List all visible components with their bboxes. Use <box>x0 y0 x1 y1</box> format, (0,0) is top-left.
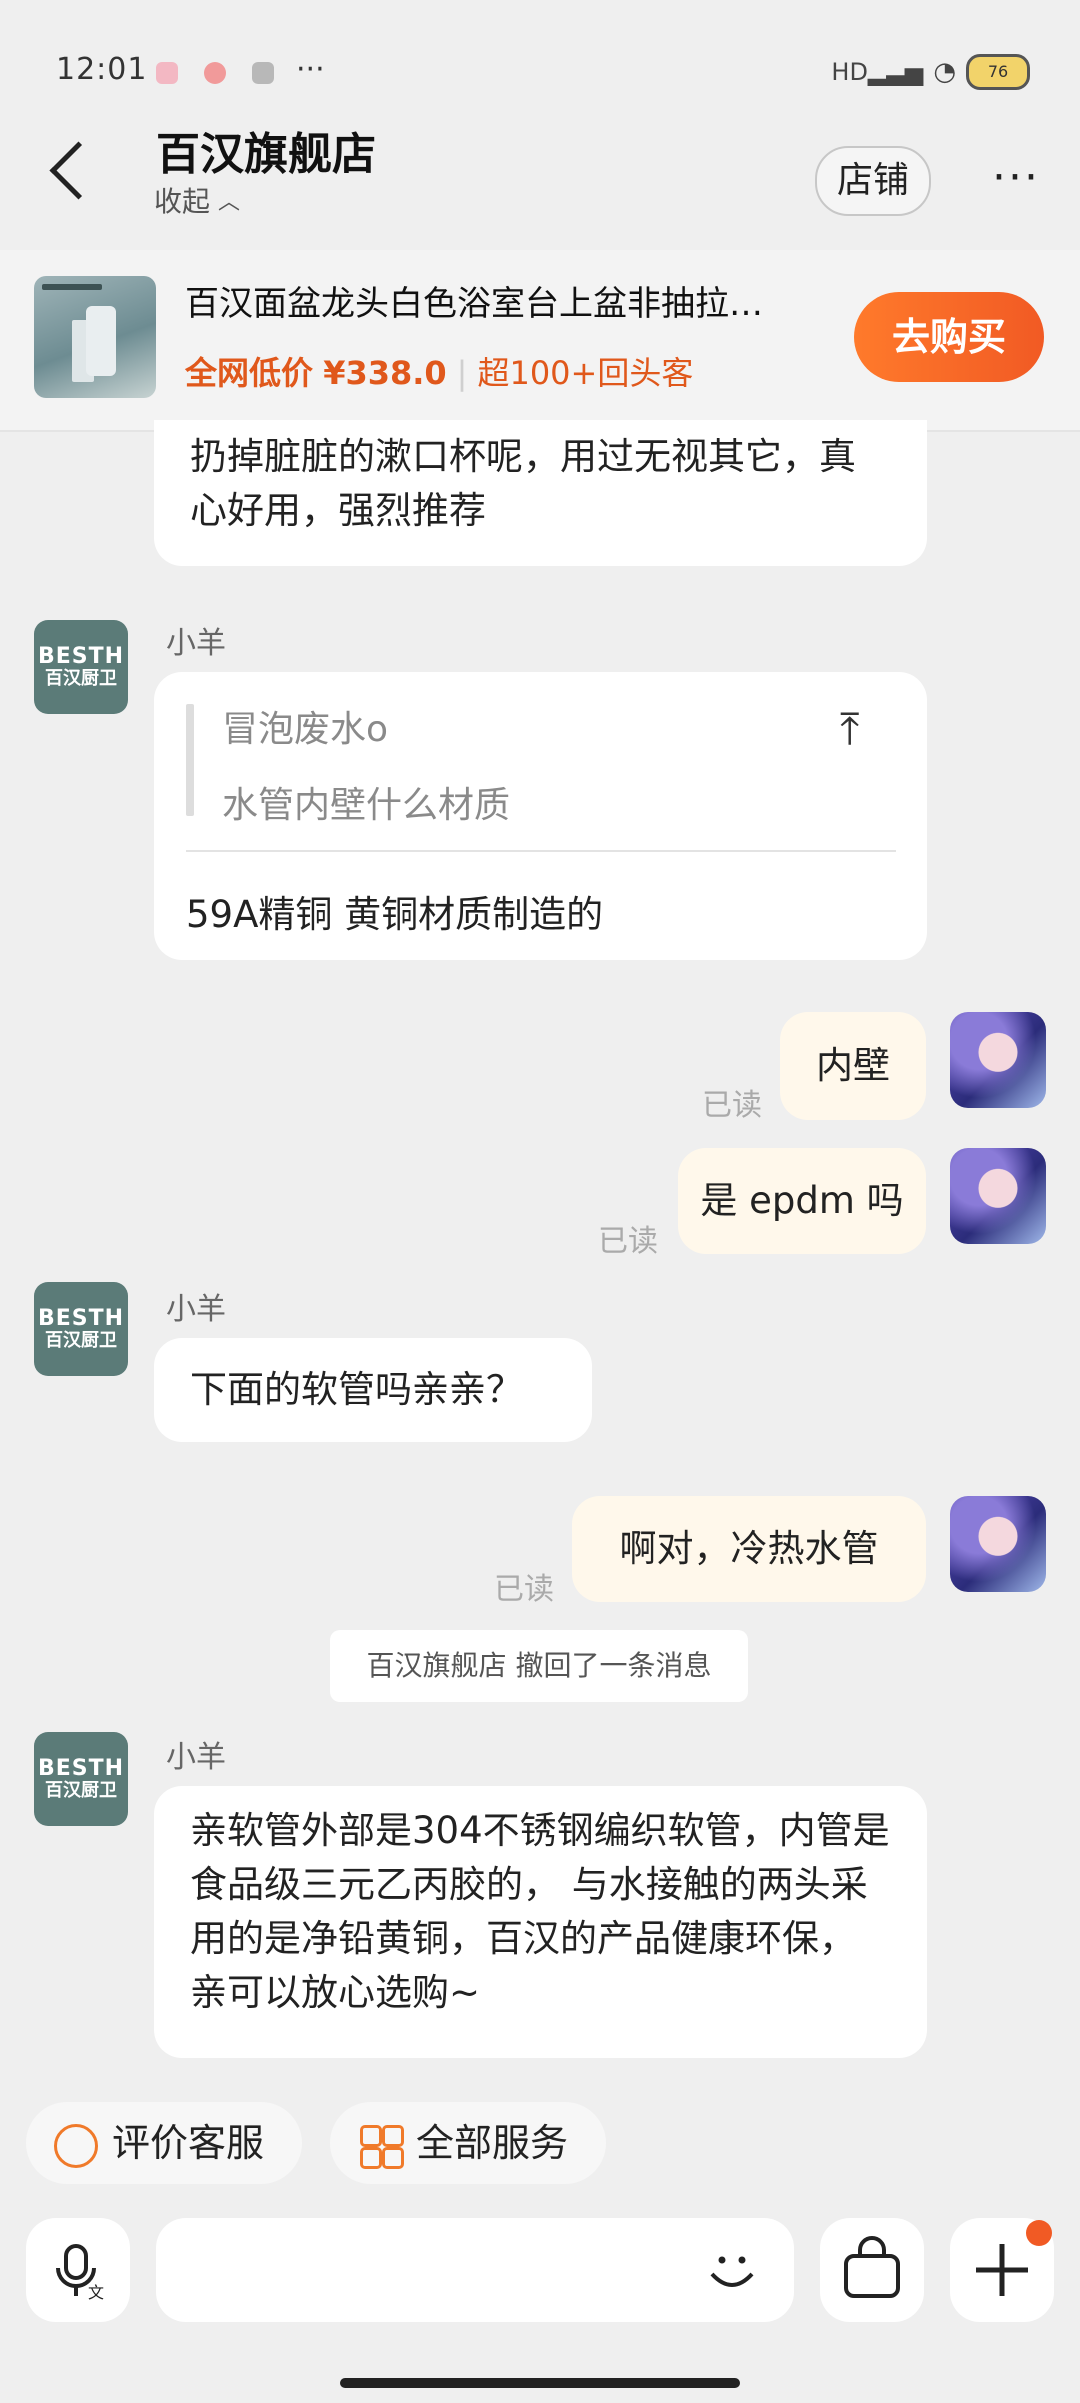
collapse-toggle[interactable]: 收起 ︿ <box>154 180 240 220</box>
collapse-label: 收起 <box>154 185 211 218</box>
read-receipt: 已读 <box>598 1224 658 1259</box>
all-services-label: 全部服务 <box>416 2121 569 2165</box>
product-title[interactable]: 百汉面盆龙头白色浴室台上盆非抽拉… <box>185 276 825 325</box>
my-message-bubble: 内壁 <box>780 1012 926 1120</box>
smiley-icon <box>54 2123 98 2168</box>
app-notification-icon <box>204 62 226 84</box>
home-indicator[interactable] <box>340 2378 740 2388</box>
quote-line: 水管内壁什么材质 <box>222 785 511 826</box>
svg-text:文: 文 <box>88 2283 104 2302</box>
voice-input-button[interactable]: 文 <box>26 2218 130 2322</box>
message-text: 下面的软管吗亲亲？ <box>190 1368 523 1411</box>
message-bubble: 下面的软管吗亲亲？ <box>154 1338 592 1442</box>
quote-bar <box>186 704 194 816</box>
pin-to-top-icon[interactable]: ⤒ <box>840 704 859 755</box>
notification-dot <box>1026 2220 1052 2246</box>
message-text: 是 epdm 吗 <box>700 1179 904 1222</box>
back-icon[interactable] <box>49 141 108 200</box>
user-avatar[interactable] <box>950 1012 1046 1108</box>
signal-icon: HD▂▃▅ <box>831 58 924 86</box>
product-thumbnail[interactable] <box>34 276 156 398</box>
shopping-bag-icon <box>844 2236 900 2298</box>
shop-button[interactable]: 店铺 <box>815 146 931 216</box>
rate-service-button[interactable]: 评价客服 <box>26 2102 302 2184</box>
sender-name: 小羊 <box>166 1740 226 1775</box>
avatar[interactable]: BESTH 百汉厨卫 <box>34 1282 128 1376</box>
read-receipt: 已读 <box>702 1088 762 1123</box>
user-avatar[interactable] <box>950 1496 1046 1592</box>
repeat-customers: 超100+回头客 <box>477 354 694 392</box>
sender-name: 小羊 <box>166 1292 226 1327</box>
sender-name: 小羊 <box>166 626 226 661</box>
avatar[interactable]: BESTH 百汉厨卫 <box>34 620 128 714</box>
quote-line: 冒泡废水o <box>222 709 389 750</box>
message-bubble: 扔掉脏脏的漱口杯呢，用过无视其它，真心好用，强烈推荐 <box>154 420 927 566</box>
wifi-icon: ◔ <box>933 57 956 87</box>
user-avatar[interactable] <box>950 1148 1046 1244</box>
emoji-icon[interactable] <box>700 2238 764 2302</box>
message-text: 59A精铜 黄铜材质制造的 <box>186 893 604 936</box>
status-right: HD▂▃▅ ◔ 76 <box>831 54 1030 90</box>
message-text: 亲软管外部是304不锈钢编织软管，内管是食品级三元乙丙胶的， 与水接触的两头采用… <box>190 1809 890 2014</box>
status-time: 12:01 <box>56 52 148 87</box>
message-bubble: 亲软管外部是304不锈钢编织软管，内管是食品级三元乙丙胶的， 与水接触的两头采用… <box>154 1786 927 2058</box>
more-icon[interactable]: ··· <box>992 156 1040 200</box>
price-value: ¥338.0 <box>323 354 447 392</box>
message-input[interactable] <box>156 2218 794 2322</box>
battery-icon: 76 <box>966 54 1030 90</box>
my-message-bubble: 是 epdm 吗 <box>678 1148 926 1254</box>
more-notifications-icon: ··· <box>296 52 325 87</box>
app-notification-icon-2 <box>252 62 274 84</box>
buy-button[interactable]: 去购买 <box>854 292 1044 382</box>
read-receipt: 已读 <box>494 1572 554 1607</box>
shopping-bag-button[interactable] <box>820 2218 924 2322</box>
message-text: 内壁 <box>816 1044 890 1087</box>
page-title: 百汉旗舰店 <box>156 129 376 180</box>
microphone-icon: 文 <box>56 2244 104 2302</box>
price-label: 全网低价 <box>185 354 314 392</box>
avatar[interactable]: BESTH 百汉厨卫 <box>34 1732 128 1826</box>
my-message-bubble: 啊对，冷热水管 <box>572 1496 926 1602</box>
product-price-line: 全网低价 ¥338.0 | 超100+回头客 <box>185 354 694 392</box>
quote-divider <box>186 850 896 852</box>
recall-notice: 百汉旗舰店 撤回了一条消息 <box>330 1630 748 1702</box>
grid-icon <box>360 2124 404 2169</box>
notification-icon <box>156 62 178 84</box>
message-text: 啊对，冷热水管 <box>619 1527 879 1570</box>
chevron-up-icon: ︿ <box>218 190 241 215</box>
all-services-button[interactable]: 全部服务 <box>330 2102 606 2184</box>
message-text: 扔掉脏脏的漱口杯呢，用过无视其它，真心好用，强烈推荐 <box>190 435 856 532</box>
rate-service-label: 评价客服 <box>112 2121 265 2165</box>
